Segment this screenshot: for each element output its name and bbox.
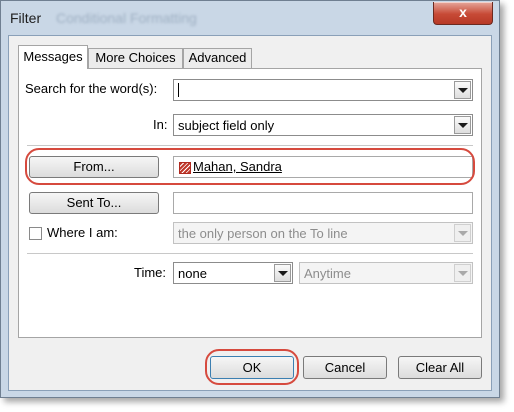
where-i-am-checkbox[interactable] bbox=[29, 227, 42, 240]
close-icon: x bbox=[459, 4, 467, 20]
tab-advanced-label: Advanced bbox=[188, 50, 247, 65]
where-i-am-combo: the only person on the To line bbox=[173, 222, 473, 244]
time-range-combo: Anytime bbox=[299, 262, 473, 284]
time-value: none bbox=[178, 266, 207, 281]
sent-to-field[interactable] bbox=[173, 192, 473, 214]
where-i-am-label: Where I am: bbox=[47, 225, 118, 240]
divider bbox=[27, 253, 473, 254]
clear-all-button-label: Clear All bbox=[415, 360, 465, 375]
filter-dialog: Filter Conditional Formatting x Messages… bbox=[0, 0, 500, 398]
background-window-title: Conditional Formatting bbox=[56, 10, 197, 26]
in-value: subject field only bbox=[178, 118, 275, 133]
where-i-am-value: the only person on the To line bbox=[178, 226, 348, 241]
cancel-button[interactable]: Cancel bbox=[303, 356, 387, 379]
dialog-body: Messages More Choices Advanced Search fo… bbox=[8, 35, 492, 391]
sent-to-button-label: Sent To... bbox=[66, 195, 122, 210]
tab-more-choices[interactable]: More Choices bbox=[88, 48, 183, 68]
text-cursor bbox=[178, 83, 179, 97]
where-dropdown-arrow-icon bbox=[454, 224, 471, 242]
contact-icon bbox=[179, 162, 191, 174]
tab-messages-label: Messages bbox=[23, 49, 83, 64]
tab-more-choices-label: More Choices bbox=[95, 50, 176, 65]
sent-to-button[interactable]: Sent To... bbox=[29, 192, 159, 214]
ok-button-label: OK bbox=[242, 360, 262, 375]
in-label: In: bbox=[153, 117, 168, 132]
ok-button[interactable]: OK bbox=[210, 356, 294, 379]
tab-advanced[interactable]: Advanced bbox=[183, 48, 252, 68]
cancel-button-label: Cancel bbox=[324, 360, 366, 375]
messages-panel: Search for the word(s): In: subject fiel… bbox=[18, 68, 482, 338]
time-label: Time: bbox=[134, 265, 167, 280]
from-field[interactable]: Mahan, Sandra bbox=[173, 156, 473, 178]
time-range-value: Anytime bbox=[304, 266, 351, 281]
search-label: Search for the word(s): bbox=[25, 81, 158, 96]
time-combo[interactable]: none bbox=[173, 262, 293, 284]
close-button[interactable]: x bbox=[433, 2, 493, 25]
from-value[interactable]: Mahan, Sandra bbox=[193, 159, 282, 174]
title-bar[interactable]: Filter Conditional Formatting x bbox=[1, 1, 499, 35]
divider bbox=[27, 145, 473, 146]
search-dropdown-arrow-icon[interactable] bbox=[454, 81, 471, 99]
time-dropdown-arrow-icon[interactable] bbox=[274, 264, 291, 282]
search-combo[interactable] bbox=[173, 79, 473, 101]
in-combo[interactable]: subject field only bbox=[173, 114, 473, 136]
from-button[interactable]: From... bbox=[29, 156, 159, 178]
in-dropdown-arrow-icon[interactable] bbox=[454, 116, 471, 134]
time-range-dropdown-arrow-icon bbox=[454, 264, 471, 282]
from-button-label: From... bbox=[73, 159, 115, 174]
tab-messages[interactable]: Messages bbox=[18, 45, 88, 69]
clear-all-button[interactable]: Clear All bbox=[398, 356, 482, 379]
dialog-title: Filter bbox=[10, 10, 42, 26]
